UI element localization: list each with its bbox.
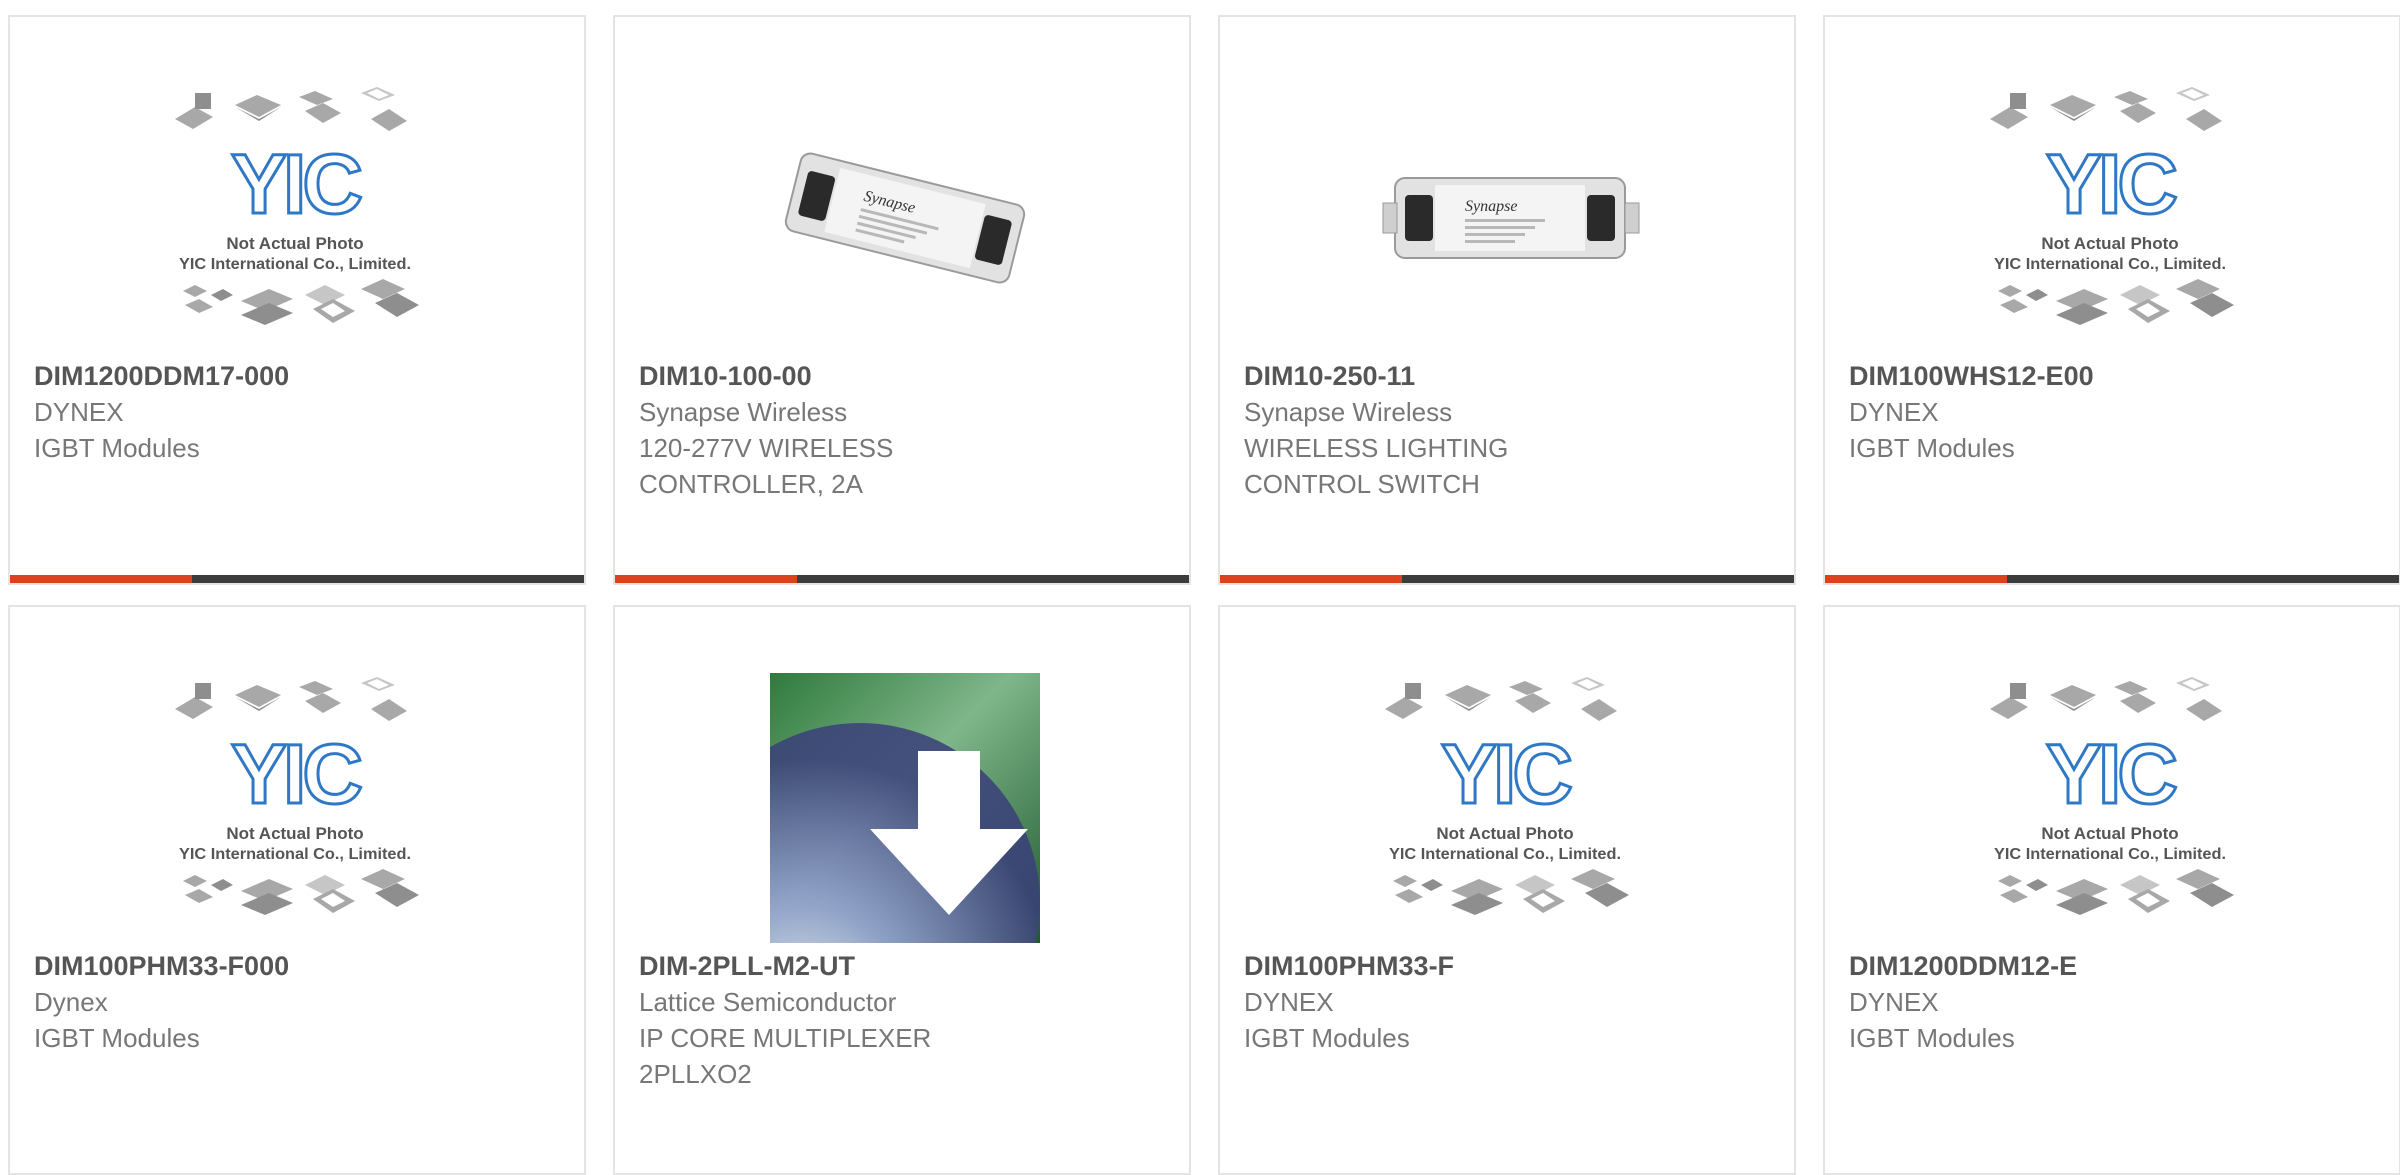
description-line: CONTROLLER, 2A xyxy=(639,469,863,499)
product-card[interactable]: Synapse DIM10-250-11 Synapse Wireless WIREL… xyxy=(1218,15,1796,585)
part-number[interactable]: DIM100PHM33-F000 xyxy=(34,948,564,984)
card-accent-bar xyxy=(1220,575,1402,583)
part-number[interactable]: DIM100PHM33-F xyxy=(1244,948,1774,984)
product-info: DIM100PHM33-F DYNEX IGBT Modules xyxy=(1244,948,1774,1056)
manufacturer: Synapse Wireless xyxy=(639,397,848,427)
part-number[interactable]: DIM1200DDM12-E xyxy=(1849,948,2379,984)
description-line: WIRELESS LIGHTING xyxy=(1244,433,1509,463)
synapse-device: Synapse xyxy=(1382,177,1640,259)
description-line: IGBT Modules xyxy=(34,433,200,463)
card-accent-bar xyxy=(1825,575,2007,583)
manufacturer: Dynex xyxy=(34,987,108,1017)
product-info: DIM10-250-11 Synapse Wireless WIRELESS LIG… xyxy=(1244,358,1774,502)
placeholder-image[interactable]: YIC Not Actual Photo YIC International Co.… xyxy=(1980,83,2250,353)
placeholder-image[interactable]: YIC Not Actual Photo YIC International Co.… xyxy=(1980,673,2250,943)
card-hover-bar xyxy=(615,575,1189,583)
placeholder-company: YIC International Co., Limited. xyxy=(1994,256,2226,273)
product-card[interactable]: DIM-2PLL-M2-UT Lattice Semiconductor IP CO… xyxy=(613,605,1191,1175)
placeholder-image[interactable]: YIC Not Actual Photo YIC International Co.… xyxy=(165,83,435,353)
description-line: IGBT Modules xyxy=(1849,433,2015,463)
placeholder-note: Not Actual Photo xyxy=(226,824,363,843)
product-info: DIM10-100-00 Synapse Wireless 120-277V WIR… xyxy=(639,358,1169,502)
part-number[interactable]: DIM1200DDM17-000 xyxy=(34,358,564,394)
product-info: DIM1200DDM12-E DYNEX IGBT Modules xyxy=(1849,948,2379,1056)
yic-logo: YIC xyxy=(231,137,361,231)
description-line: IP CORE MULTIPLEXER xyxy=(639,1023,932,1053)
description-line: 120-277V WIRELESS xyxy=(639,433,894,463)
manufacturer: DYNEX xyxy=(1849,397,1939,427)
part-number[interactable]: DIM10-250-11 xyxy=(1244,358,1774,394)
product-photo[interactable]: Synapse xyxy=(770,83,1040,353)
product-card[interactable]: YIC Not Actual Photo YIC International Co.… xyxy=(8,15,586,585)
software-download-image[interactable] xyxy=(770,673,1040,943)
product-info: DIM100PHM33-F000 Dynex IGBT Modules xyxy=(34,948,564,1056)
product-info: DIM1200DDM17-000 DYNEX IGBT Modules xyxy=(34,358,564,466)
product-grid: YIC Not Actual Photo YIC International Co.… xyxy=(8,15,2400,1175)
description-line: 2PLLXO2 xyxy=(639,1059,752,1089)
placeholder-company: YIC International Co., Limited. xyxy=(179,846,411,863)
placeholder-note: Not Actual Photo xyxy=(1436,824,1573,843)
description-line: IGBT Modules xyxy=(1244,1023,1410,1053)
yic-logo: YIC xyxy=(231,727,361,821)
synapse-device: Synapse xyxy=(784,152,1026,284)
manufacturer: DYNEX xyxy=(1849,987,1939,1017)
product-info: DIM-2PLL-M2-UT Lattice Semiconductor IP CO… xyxy=(639,948,1169,1092)
manufacturer: Synapse Wireless xyxy=(1244,397,1453,427)
placeholder-image[interactable]: YIC Not Actual Photo YIC International Co.… xyxy=(165,673,435,943)
product-info: DIM100WHS12-E00 DYNEX IGBT Modules xyxy=(1849,358,2379,466)
product-card[interactable]: YIC Not Actual Photo YIC International Co.… xyxy=(1823,605,2400,1175)
product-card[interactable]: YIC Not Actual Photo YIC International Co.… xyxy=(8,605,586,1175)
placeholder-note: Not Actual Photo xyxy=(2041,824,2178,843)
part-number[interactable]: DIM10-100-00 xyxy=(639,358,1169,394)
manufacturer: Lattice Semiconductor xyxy=(639,987,897,1017)
yic-logo: YIC xyxy=(2046,727,2176,821)
description-line: IGBT Modules xyxy=(1849,1023,2015,1053)
product-card[interactable]: Synapse DIM10-100-00 Synapse Wireless 120-2… xyxy=(613,15,1191,585)
card-hover-bar xyxy=(10,575,584,583)
card-hover-bar xyxy=(1220,575,1794,583)
yic-logo: YIC xyxy=(1441,727,1571,821)
placeholder-company: YIC International Co., Limited. xyxy=(179,256,411,273)
product-card[interactable]: YIC Not Actual Photo YIC International Co.… xyxy=(1218,605,1796,1175)
card-hover-bar xyxy=(1825,575,2399,583)
product-card[interactable]: YIC Not Actual Photo YIC International Co.… xyxy=(1823,15,2400,585)
svg-text:Synapse: Synapse xyxy=(1465,198,1517,215)
manufacturer: DYNEX xyxy=(1244,987,1334,1017)
card-accent-bar xyxy=(615,575,797,583)
placeholder-note: Not Actual Photo xyxy=(226,234,363,253)
manufacturer: DYNEX xyxy=(34,397,124,427)
placeholder-company: YIC International Co., Limited. xyxy=(1994,846,2226,863)
placeholder-image[interactable]: YIC Not Actual Photo YIC International Co.… xyxy=(1375,673,1645,943)
part-number[interactable]: DIM-2PLL-M2-UT xyxy=(639,948,1169,984)
part-number[interactable]: DIM100WHS12-E00 xyxy=(1849,358,2379,394)
placeholder-note: Not Actual Photo xyxy=(2041,234,2178,253)
card-accent-bar xyxy=(10,575,192,583)
product-photo[interactable]: Synapse xyxy=(1375,83,1645,353)
description-line: CONTROL SWITCH xyxy=(1244,469,1480,499)
yic-logo: YIC xyxy=(2046,137,2176,231)
placeholder-company: YIC International Co., Limited. xyxy=(1389,846,1621,863)
description-line: IGBT Modules xyxy=(34,1023,200,1053)
